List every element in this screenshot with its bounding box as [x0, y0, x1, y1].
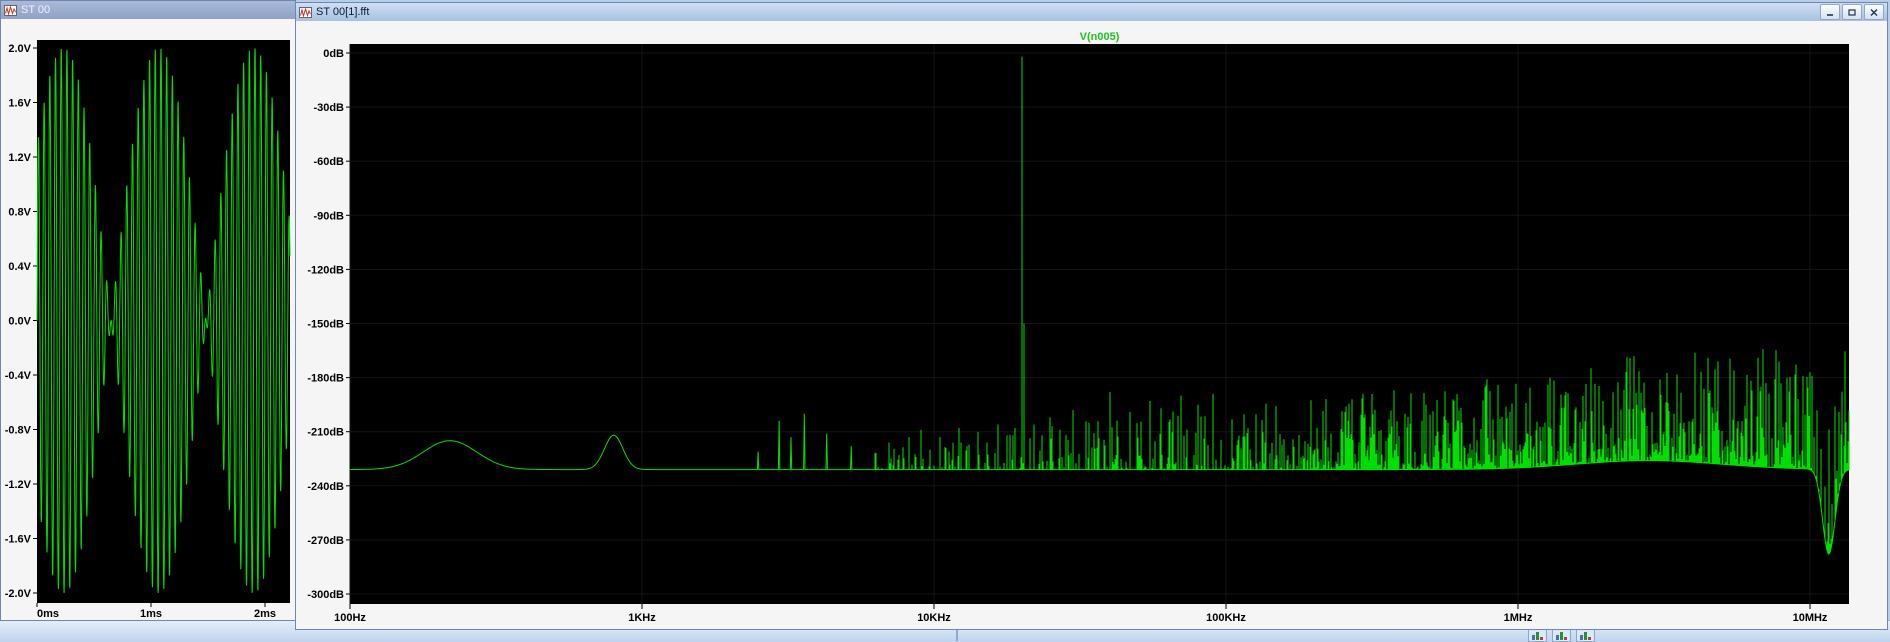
fft-window-title: ST 00[1].fft: [316, 6, 370, 18]
close-button[interactable]: [1864, 4, 1884, 20]
y-axis-tick-label: -2.0V: [5, 588, 32, 600]
y-axis-tick-label: -120dB: [307, 264, 344, 276]
y-axis-tick-label: -240dB: [307, 481, 344, 493]
desktop: ST 00 2.0V 1.6V 1.2V 0.8V 0.4V 0.0V -0.4V -0.8V…: [0, 0, 1890, 642]
y-axis-tick-label: -300dB: [307, 589, 344, 601]
y-axis-tick-label: 1.2V: [8, 152, 31, 164]
y-axis-tick-label: -270dB: [307, 535, 344, 547]
y-axis-tick-label: 0.8V: [8, 207, 31, 219]
y-axis-tick-label: -60dB: [313, 156, 344, 168]
y-axis-tick-label: -0.8V: [5, 425, 32, 437]
y-axis-tick-label: -30dB: [313, 102, 344, 114]
y-axis-tick-label: -0.4V: [5, 370, 32, 382]
time-window-titlebar[interactable]: ST 00: [1, 1, 295, 19]
x-axis-tick-label: 10KHz: [917, 612, 951, 624]
y-axis-tick-label: 0dB: [323, 48, 344, 60]
y-axis-tick-label: -1.6V: [5, 534, 32, 546]
fft-window: ST 00[1].fft 0dB -30dB -60dB -90dB -120dB -15…: [295, 2, 1888, 630]
y-axis-tick-label: -90dB: [313, 210, 344, 222]
y-axis-tick-label: 0.0V: [8, 316, 31, 328]
x-axis-tick-label: 1MHz: [1504, 612, 1533, 624]
maximize-button[interactable]: [1842, 4, 1862, 20]
fft-trace-title[interactable]: V(n005): [1080, 31, 1120, 43]
time-plot[interactable]: 2.0V 1.6V 1.2V 0.8V 0.4V 0.0V -0.4V -0.8V -1.2V -…: [1, 19, 295, 620]
time-domain-window: ST 00 2.0V 1.6V 1.2V 0.8V 0.4V 0.0V -0.4V -0.8V…: [0, 0, 296, 621]
y-axis-tick-label: 0.4V: [8, 261, 31, 273]
x-axis-tick-label: 100Hz: [334, 612, 366, 624]
time-window-title: ST 00: [21, 4, 51, 16]
fft-plot[interactable]: 0dB -30dB -60dB -90dB -120dB -150dB -180dB -210…: [296, 21, 1887, 629]
x-axis-tick-label: 2ms: [254, 608, 276, 620]
y-axis-tick-label: 2.0V: [8, 43, 31, 55]
fft-window-titlebar[interactable]: ST 00[1].fft: [296, 3, 1887, 21]
y-axis-tick-label: -1.2V: [5, 479, 32, 491]
ltspice-waveform-icon[interactable]: [299, 6, 312, 18]
x-axis-tick-label: 10MHz: [1793, 612, 1828, 624]
x-axis-tick-label: 1ms: [140, 608, 162, 620]
ltspice-waveform-icon[interactable]: [4, 4, 17, 16]
x-axis-tick-label: 0ms: [37, 608, 59, 620]
y-axis-tick-label: -180dB: [307, 373, 344, 385]
minimize-button[interactable]: [1820, 4, 1840, 20]
y-axis-tick-label: 1.6V: [8, 98, 31, 110]
window-controls: [1818, 4, 1884, 20]
x-axis-tick-label: 1KHz: [628, 612, 656, 624]
y-axis-tick-label: -150dB: [307, 319, 344, 331]
x-axis-tick-label: 100KHz: [1206, 612, 1246, 624]
y-axis-tick-label: -210dB: [307, 427, 344, 439]
